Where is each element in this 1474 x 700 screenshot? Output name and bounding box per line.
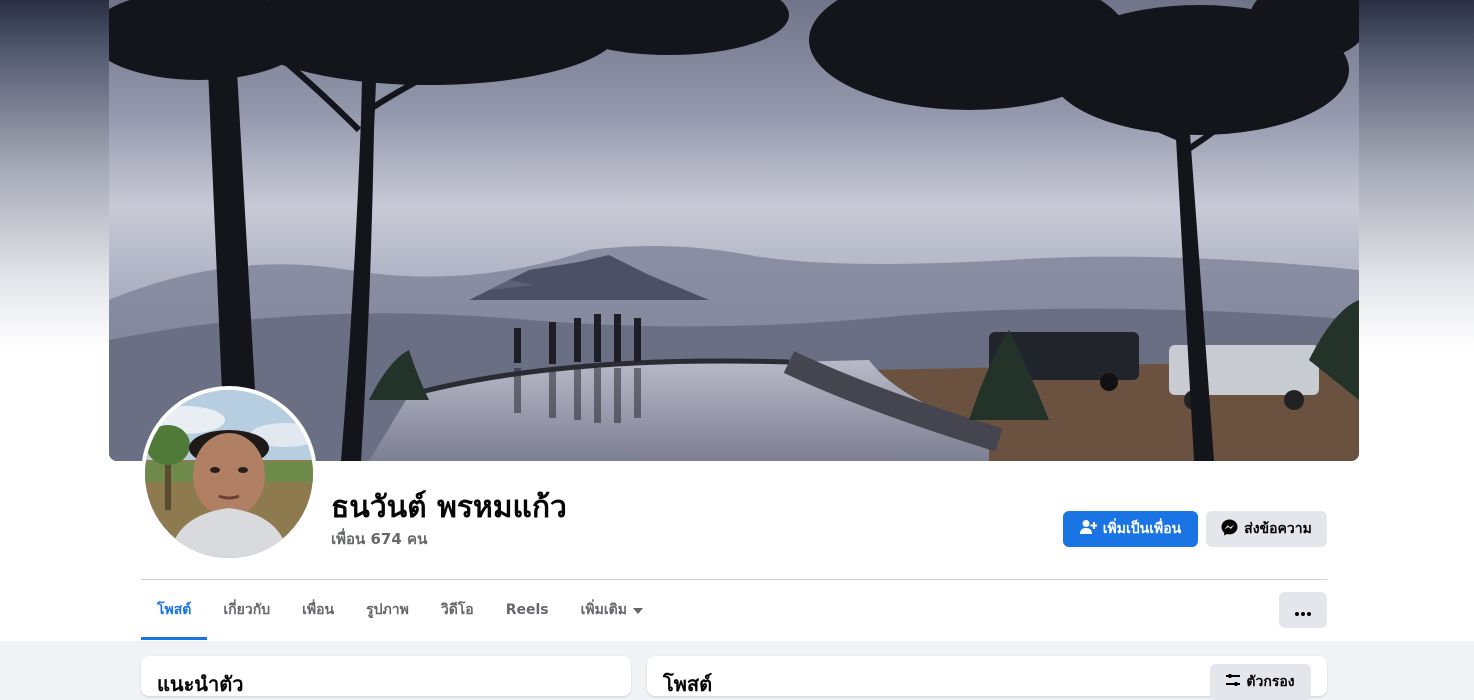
messenger-icon (1221, 519, 1238, 540)
tab-photos[interactable]: รูปภาพ (350, 580, 425, 640)
tab-reels[interactable]: Reels (490, 580, 565, 640)
intro-title: แนะนำตัว (157, 672, 244, 696)
tab-about-label: เกี่ยวกับ (223, 602, 271, 618)
cover-photo[interactable] (109, 0, 1359, 461)
caret-down-icon (632, 602, 643, 618)
friend-count[interactable]: เพื่อน 674 คน (331, 527, 427, 551)
tab-posts-label: โพสต์ (157, 602, 192, 618)
filter-button[interactable]: ตัวกรอง (1210, 664, 1311, 700)
add-friend-label: เพิ่มเป็นเพื่อน (1102, 521, 1182, 537)
tab-friends-label: เพื่อน (302, 602, 335, 618)
intro-card: แนะนำตัว (141, 656, 631, 696)
more-options-button[interactable] (1279, 592, 1327, 628)
tab-more-label: เพิ่มเติม (580, 602, 627, 618)
person-plus-icon (1079, 519, 1098, 539)
profile-tabs: โพสต์ เกี่ยวกับ เพื่อน รูปภาพ วิดีโอ Ree… (141, 580, 659, 640)
filter-icon (1226, 674, 1241, 690)
message-label: ส่งข้อความ (1244, 521, 1312, 537)
posts-title: โพสต์ (663, 672, 713, 696)
tab-friends[interactable]: เพื่อน (286, 580, 350, 640)
add-friend-button[interactable]: เพิ่มเป็นเพื่อน (1063, 511, 1198, 547)
tab-videos-label: วิดีโอ (440, 602, 474, 618)
tab-photos-label: รูปภาพ (366, 602, 409, 618)
tab-reels-label: Reels (505, 602, 549, 618)
tab-about[interactable]: เกี่ยวกับ (207, 580, 286, 640)
ellipsis-icon (1295, 601, 1311, 620)
profile-name: ธนวันต์ พรหมแก้ว (331, 490, 567, 525)
tab-posts[interactable]: โพสต์ (141, 580, 208, 640)
filter-label: ตัวกรอง (1246, 674, 1295, 690)
profile-avatar[interactable] (141, 386, 317, 562)
avatar-photo (145, 390, 313, 558)
tab-videos[interactable]: วิดีโอ (425, 580, 490, 640)
posts-card: โพสต์ ตัวกรอง (647, 656, 1327, 700)
tab-more[interactable]: เพิ่มเติม (565, 580, 659, 640)
profile-header: ธนวันต์ พรหมแก้ว เพื่อน 674 คน เพิ่มเป็น… (0, 0, 1474, 641)
cover-photo-image (109, 0, 1359, 461)
message-button[interactable]: ส่งข้อความ (1206, 511, 1327, 547)
